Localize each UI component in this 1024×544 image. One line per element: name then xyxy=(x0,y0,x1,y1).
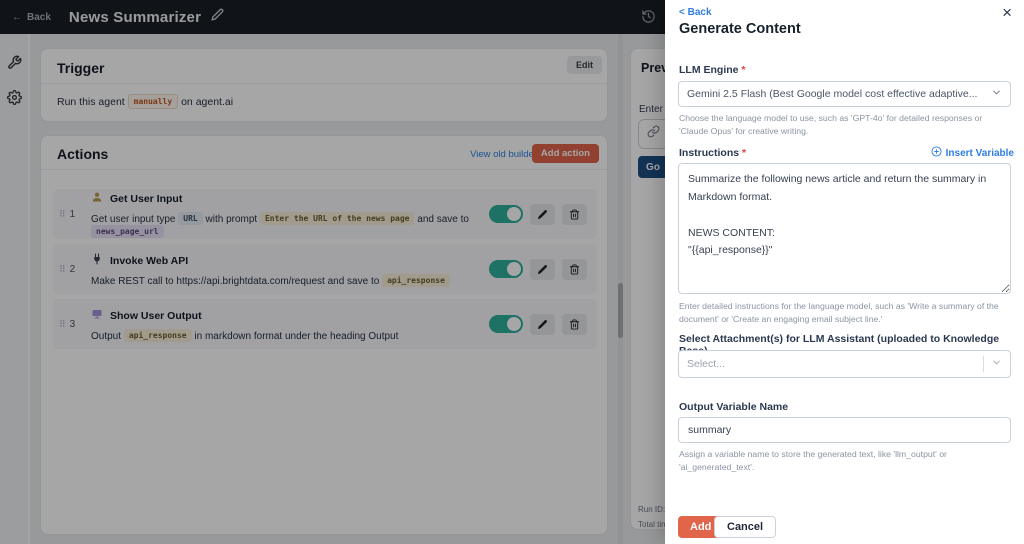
instructions-textarea[interactable]: Summarize the following news article and… xyxy=(678,163,1011,294)
cancel-button[interactable]: Cancel xyxy=(714,516,777,538)
output-variable-help: Assign a variable name to store the gene… xyxy=(679,449,947,472)
llm-engine-label: LLM Engine * xyxy=(679,64,746,76)
close-icon[interactable]: × xyxy=(1002,4,1012,21)
insert-variable-link[interactable]: Insert Variable xyxy=(931,146,1014,160)
llm-engine-help: Choose the language model to use, such a… xyxy=(679,113,983,136)
llm-engine-select[interactable]: Gemini 2.5 Flash (Best Google model cost… xyxy=(678,81,1011,107)
drawer-back-link[interactable]: < Back xyxy=(679,7,712,18)
app-window: ← Back News Summarizer Trigger Edit Run … xyxy=(0,0,1024,544)
generate-content-drawer: < Back Generate Content × LLM Engine * G… xyxy=(665,0,1024,544)
llm-engine-value: Gemini 2.5 Flash (Best Google model cost… xyxy=(687,88,978,100)
output-variable-input[interactable] xyxy=(678,417,1011,443)
required-mark: * xyxy=(742,147,747,159)
chevron-down-icon xyxy=(991,355,1002,373)
circle-plus-icon xyxy=(931,146,942,160)
instructions-label: Instructions * xyxy=(679,147,747,159)
chevron-down-icon xyxy=(991,85,1002,103)
required-mark: * xyxy=(741,64,746,76)
attachments-select[interactable]: Select... xyxy=(678,350,1011,378)
select-divider xyxy=(983,356,984,372)
drawer-title: Generate Content xyxy=(679,21,801,37)
output-variable-label: Output Variable Name xyxy=(679,401,789,413)
attachments-placeholder: Select... xyxy=(687,358,725,370)
instructions-help: Enter detailed instructions for the lang… xyxy=(679,301,999,324)
